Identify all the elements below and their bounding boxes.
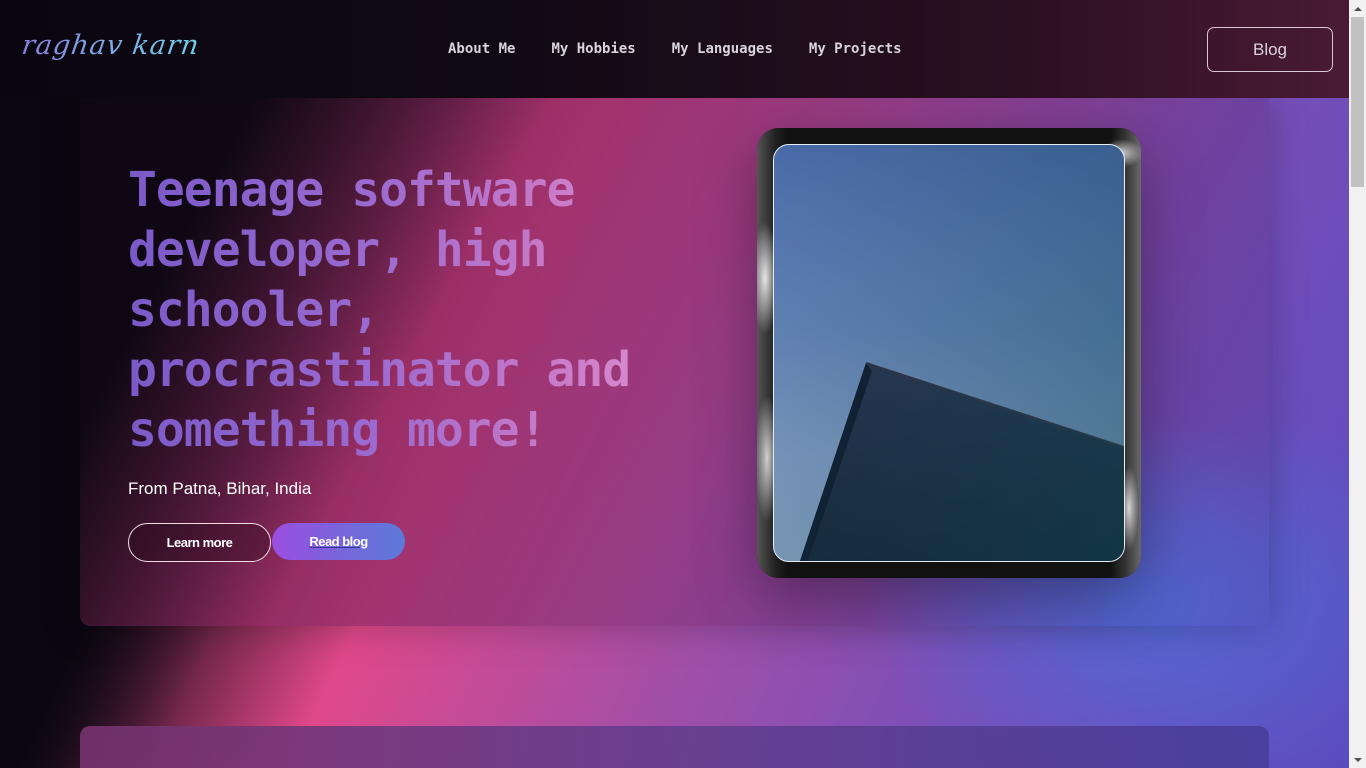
scrollbar-thumb[interactable]: [1351, 17, 1364, 187]
scroll-up-arrow-icon[interactable]: [1349, 0, 1366, 17]
hero-headline: Teenage software developer, high schoole…: [128, 160, 728, 460]
next-section-card: [80, 726, 1269, 768]
building-sky-photo: [773, 144, 1125, 562]
learn-more-button[interactable]: Learn more: [128, 523, 271, 562]
hero-subtitle: From Patna, Bihar, India: [128, 479, 312, 498]
nav-link-my-hobbies[interactable]: My Hobbies: [551, 41, 635, 57]
blog-button[interactable]: Blog: [1207, 27, 1333, 72]
nav-link-about-me[interactable]: About Me: [448, 41, 515, 57]
nav-link-my-projects[interactable]: My Projects: [809, 41, 902, 57]
nav-link-my-languages[interactable]: My Languages: [672, 41, 773, 57]
profile-photo-frame: [757, 128, 1141, 578]
vertical-scrollbar[interactable]: [1349, 0, 1366, 768]
read-blog-label: Read blog: [309, 534, 368, 549]
read-blog-button[interactable]: Read blog: [272, 523, 405, 560]
scroll-down-arrow-icon[interactable]: [1349, 751, 1366, 768]
building-silhouette-icon: [774, 145, 1124, 561]
top-navbar: raghav karn About Me My Hobbies My Langu…: [0, 0, 1349, 98]
nav-links: About Me My Hobbies My Languages My Proj…: [448, 41, 902, 57]
site-logo[interactable]: raghav karn: [20, 30, 202, 61]
